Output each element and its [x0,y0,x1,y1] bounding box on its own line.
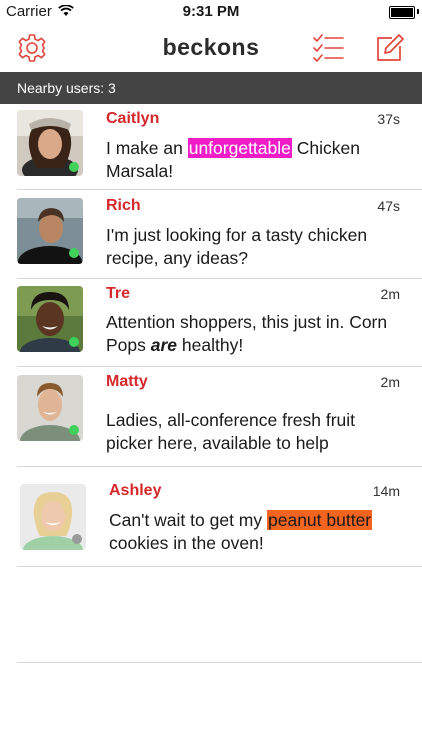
message-text: Attention shoppers, this just in. Corn P… [106,311,411,357]
battery-icon [389,6,415,19]
message-text-start: I make an [106,138,188,158]
list-item[interactable]: Ashley 14m Can't wait to get my peanut b… [17,467,422,567]
user-list: Caitlyn 37s I make an unforgettable Chic… [0,104,422,567]
message-text-end: cookies in the oven! [109,533,264,553]
online-status-icon [69,162,79,172]
battery-tip [417,9,419,14]
message-text: I make an unforgettable Chicken Marsala! [106,137,406,183]
user-name: Matty [106,373,148,390]
nearby-users-header: Nearby users: 3 [0,72,422,104]
message-age: 37s [377,111,400,127]
highlighted-word: unforgettable [187,138,292,158]
clock: 9:31 PM [182,3,240,20]
message-age: 2m [380,374,400,390]
message-age: 47s [377,198,400,214]
compose-icon [377,34,404,61]
message-text-start: Attention shoppers, this just in. Corn P… [106,312,388,355]
app-title: beckons [162,34,260,60]
status-bar: Carrier 9:31 PM [0,0,422,24]
message-text: Ladies, all-conference fresh fruit picke… [106,410,356,453]
highlighted-phrase: peanut butter [267,510,373,530]
message-text: Can't wait to get my peanut butter cooki… [109,509,409,555]
message-age: 2m [380,286,400,302]
list-item[interactable]: Rich 47s I'm just looking for a tasty ch… [17,190,422,279]
nearby-users-label: Nearby users: 3 [17,80,116,96]
list-end-divider [17,662,422,663]
message-text-end: healthy! [177,335,244,355]
list-item[interactable]: Matty 2m Ladies, all-conference fresh fr… [17,367,422,467]
offline-status-icon [72,534,82,544]
list-item[interactable]: Caitlyn 37s I make an unforgettable Chic… [17,104,422,190]
user-name: Ashley [109,482,162,499]
user-name: Rich [106,197,141,214]
list-item[interactable]: Tre 2m Attention shoppers, this just in.… [17,279,422,367]
user-name: Caitlyn [106,110,160,127]
online-status-icon [69,248,79,258]
user-name: Tre [106,285,131,302]
checklist-icon [313,34,344,62]
checklist-button[interactable] [310,30,346,66]
message-text-start: Can't wait to get my [109,510,267,530]
message-age: 14m [372,483,400,499]
online-status-icon [69,425,79,435]
nav-bar: beckons [0,24,422,72]
online-status-icon [69,337,79,347]
message-text: I'm just looking for a tasty chicken rec… [106,225,368,268]
compose-button[interactable] [371,30,407,66]
emphasized-word: are [150,335,178,355]
